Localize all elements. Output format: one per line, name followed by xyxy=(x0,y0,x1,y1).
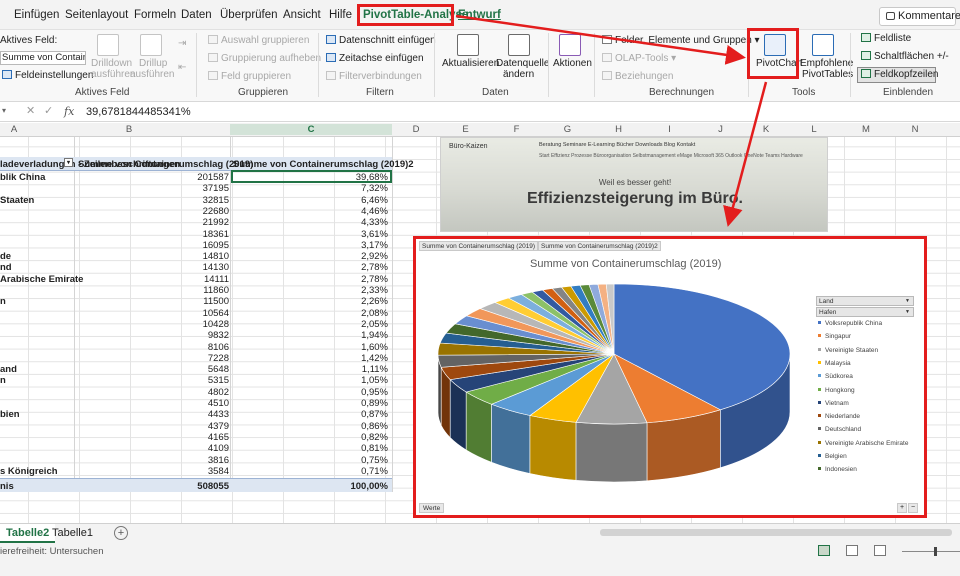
status-bar: ierefreiheit: Untersuchen xyxy=(0,543,960,576)
annotation-arrows xyxy=(455,14,768,227)
page-layout-view-icon[interactable] xyxy=(846,545,858,556)
add-sheet-button[interactable]: + xyxy=(114,526,128,540)
arrow-to-pivotchart xyxy=(455,14,746,65)
normal-view-icon[interactable] xyxy=(818,545,830,556)
sheet-tab-tabelle1[interactable]: Tabelle1 xyxy=(46,524,99,543)
arrow-to-chart xyxy=(723,81,768,227)
zoom-slider[interactable] xyxy=(902,551,960,552)
accessibility-status[interactable]: ierefreiheit: Untersuchen xyxy=(0,546,104,557)
page-break-view-icon[interactable] xyxy=(874,545,886,556)
horizontal-scrollbar[interactable] xyxy=(600,529,952,536)
zoom-slider-handle[interactable] xyxy=(934,547,937,556)
